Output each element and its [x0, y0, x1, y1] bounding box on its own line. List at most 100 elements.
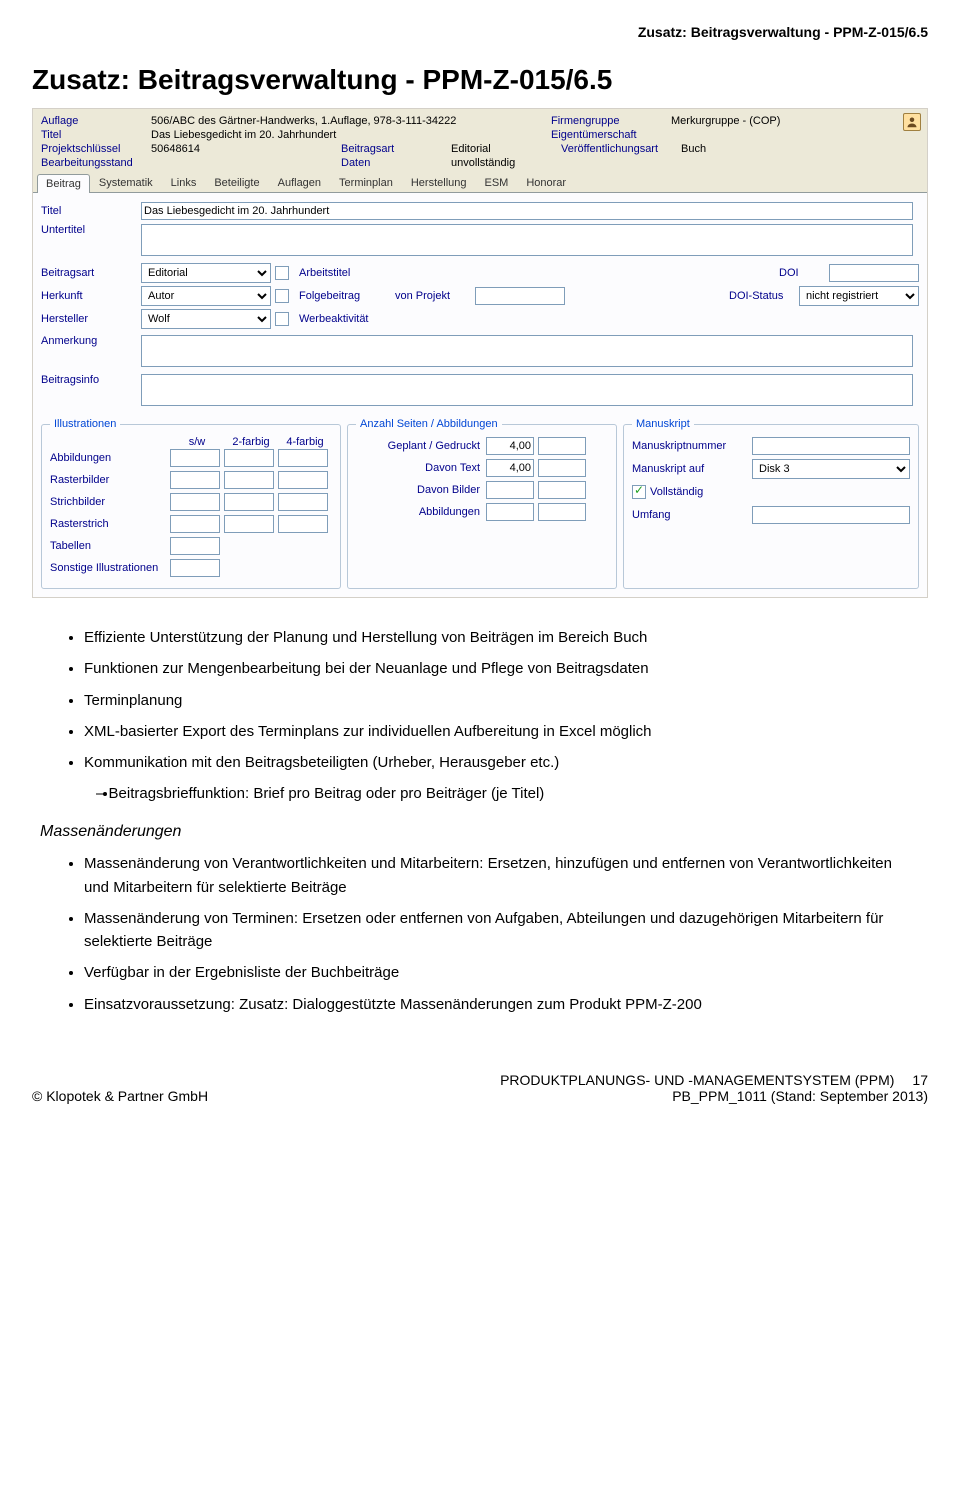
legend-anzahl: Anzahl Seiten / Abbildungen: [356, 418, 502, 430]
header-titel-value: Das Liebesgedicht im 20. Jahrhundert: [151, 129, 551, 141]
ill-input[interactable]: [224, 493, 274, 511]
legend-manuskript: Manuskript: [632, 418, 694, 430]
manus-auf-select[interactable]: Disk 3: [752, 459, 910, 479]
list-item: Kommunikation mit den Beitragsbeteiligte…: [84, 751, 910, 774]
folgebeitrag-checkbox[interactable]: [275, 289, 289, 303]
ill-row-label: Tabellen: [50, 540, 170, 552]
header-projektschluessel-label: Projektschlüssel: [41, 143, 151, 155]
ill-input[interactable]: [170, 449, 220, 467]
legend-illustrationen: Illustrationen: [50, 418, 120, 430]
header-veroeff-value: Buch: [681, 143, 919, 155]
header-auflage-label: Auflage: [41, 115, 151, 127]
ill-row-label: Strichbilder: [50, 496, 170, 508]
ill-input[interactable]: [170, 559, 220, 577]
ill-input[interactable]: [224, 449, 274, 467]
section-massenaenderungen: Massenänderungen: [40, 820, 910, 845]
tab-herstellung[interactable]: Herstellung: [402, 173, 476, 192]
anz-input[interactable]: [538, 437, 586, 455]
ill-input[interactable]: [278, 493, 328, 511]
header-veroeff-label: Veröffentlichungsart: [561, 143, 681, 155]
folgebeitrag-label: Folgebeitrag: [299, 290, 389, 302]
footer-docid: PB_PPM_1011 (Stand: September 2013): [500, 1088, 928, 1104]
untertitel-label: Untertitel: [41, 224, 141, 236]
list-item: Einsatzvoraussetzung: Zusatz: Dialoggest…: [84, 993, 910, 1016]
anz-input[interactable]: [486, 437, 534, 455]
herkunft-select[interactable]: Autor: [141, 286, 271, 306]
list-item: Beitragsbrieffunktion: Brief pro Beitrag…: [118, 782, 910, 805]
list-item: Funktionen zur Mengenbearbeitung bei der…: [84, 657, 910, 680]
arbeitstitel-checkbox[interactable]: [275, 266, 289, 280]
document-body: Effiziente Unterstützung der Planung und…: [0, 598, 960, 1044]
beitragsinfo-field[interactable]: [141, 374, 913, 406]
ill-input[interactable]: [224, 471, 274, 489]
ill-input[interactable]: [278, 449, 328, 467]
untertitel-field[interactable]: [141, 224, 913, 256]
ill-input[interactable]: [170, 537, 220, 555]
manus-umfang-field[interactable]: [752, 506, 910, 524]
tab-beteiligte[interactable]: Beteiligte: [205, 173, 268, 192]
anmerkung-field[interactable]: [141, 335, 913, 367]
tab-systematik[interactable]: Systematik: [90, 173, 162, 192]
list-item: Massenänderung von Terminen: Ersetzen od…: [84, 907, 910, 954]
ill-col-2f: 2-farbig: [224, 436, 278, 448]
list-item: Verfügbar in der Ergebnisliste der Buchb…: [84, 961, 910, 984]
anz-input[interactable]: [538, 503, 586, 521]
doistatus-select[interactable]: nicht registriert: [799, 286, 919, 306]
vonprojekt-field[interactable]: [475, 287, 565, 305]
ill-input[interactable]: [170, 493, 220, 511]
doi-field[interactable]: [829, 264, 919, 282]
manus-auf-label: Manuskript auf: [632, 463, 752, 475]
werbe-checkbox[interactable]: [275, 312, 289, 326]
titel-field[interactable]: [141, 202, 913, 220]
tab-terminplan[interactable]: Terminplan: [330, 173, 402, 192]
ill-input[interactable]: [278, 515, 328, 533]
tab-auflagen[interactable]: Auflagen: [269, 173, 330, 192]
list-item: Effiziente Unterstützung der Planung und…: [84, 626, 910, 649]
manus-nummer-field[interactable]: [752, 437, 910, 455]
anz-input[interactable]: [486, 459, 534, 477]
person-icon[interactable]: [903, 113, 921, 131]
header-firmengruppe-value: Merkurgruppe - (COP): [671, 115, 919, 127]
herkunft-label: Herkunft: [41, 290, 141, 302]
beitragsinfo-label: Beitragsinfo: [41, 374, 141, 386]
header-firmengruppe-label: Firmengruppe: [551, 115, 671, 127]
fieldset-illustrationen: Illustrationen s/w 2-farbig 4-farbig Abb…: [41, 418, 341, 589]
ill-input[interactable]: [170, 471, 220, 489]
ill-input[interactable]: [224, 515, 274, 533]
manus-vollstaendig-checkbox[interactable]: [632, 485, 646, 499]
anz-input[interactable]: [538, 459, 586, 477]
header-daten-label: Daten: [341, 157, 451, 169]
beitragsart-select[interactable]: Editorial: [141, 263, 271, 283]
tab-beitrag[interactable]: Beitrag: [37, 174, 90, 193]
hersteller-select[interactable]: Wolf: [141, 309, 271, 329]
ill-input[interactable]: [170, 515, 220, 533]
werbe-label: Werbeaktivität: [299, 313, 389, 325]
anz-input[interactable]: [486, 503, 534, 521]
header-projektschluessel-value: 50648614: [151, 143, 341, 155]
header-bearb-label: Bearbeitungsstand: [41, 157, 151, 169]
header-daten-value: unvollständig: [451, 157, 561, 169]
form-panel: Titel Untertitel Beitragsart Editorial A…: [33, 193, 927, 598]
header-beitragsart-label: Beitragsart: [341, 143, 451, 155]
page-running-header: Zusatz: Beitragsverwaltung - PPM-Z-015/6…: [32, 24, 928, 40]
footer-pageno: 17: [912, 1072, 928, 1088]
doi-label: DOI: [779, 267, 829, 279]
doistatus-label: DOI-Status: [729, 290, 799, 302]
ill-row-label: Rasterstrich: [50, 518, 170, 530]
ill-input[interactable]: [278, 471, 328, 489]
tab-links[interactable]: Links: [162, 173, 206, 192]
anz-input[interactable]: [538, 481, 586, 499]
header-eigentuemer-label: Eigentümerschaft: [551, 129, 671, 141]
tab-honorar[interactable]: Honorar: [517, 173, 575, 192]
manus-vollstaendig-label: Vollständig: [650, 486, 703, 498]
titel-label: Titel: [41, 205, 141, 217]
beitragsart-label: Beitragsart: [41, 267, 141, 279]
tab-esm[interactable]: ESM: [476, 173, 518, 192]
ill-row-label: Abbildungen: [50, 452, 170, 464]
tab-bar: Beitrag Systematik Links Beteiligte Aufl…: [33, 173, 927, 193]
anz-label: Geplant / Gedruckt: [356, 440, 486, 452]
anz-label: Davon Bilder: [356, 484, 486, 496]
page-title: Zusatz: Beitragsverwaltung - PPM-Z-015/6…: [32, 64, 928, 96]
list-item: XML-basierter Export des Terminplans zur…: [84, 720, 910, 743]
anz-input[interactable]: [486, 481, 534, 499]
